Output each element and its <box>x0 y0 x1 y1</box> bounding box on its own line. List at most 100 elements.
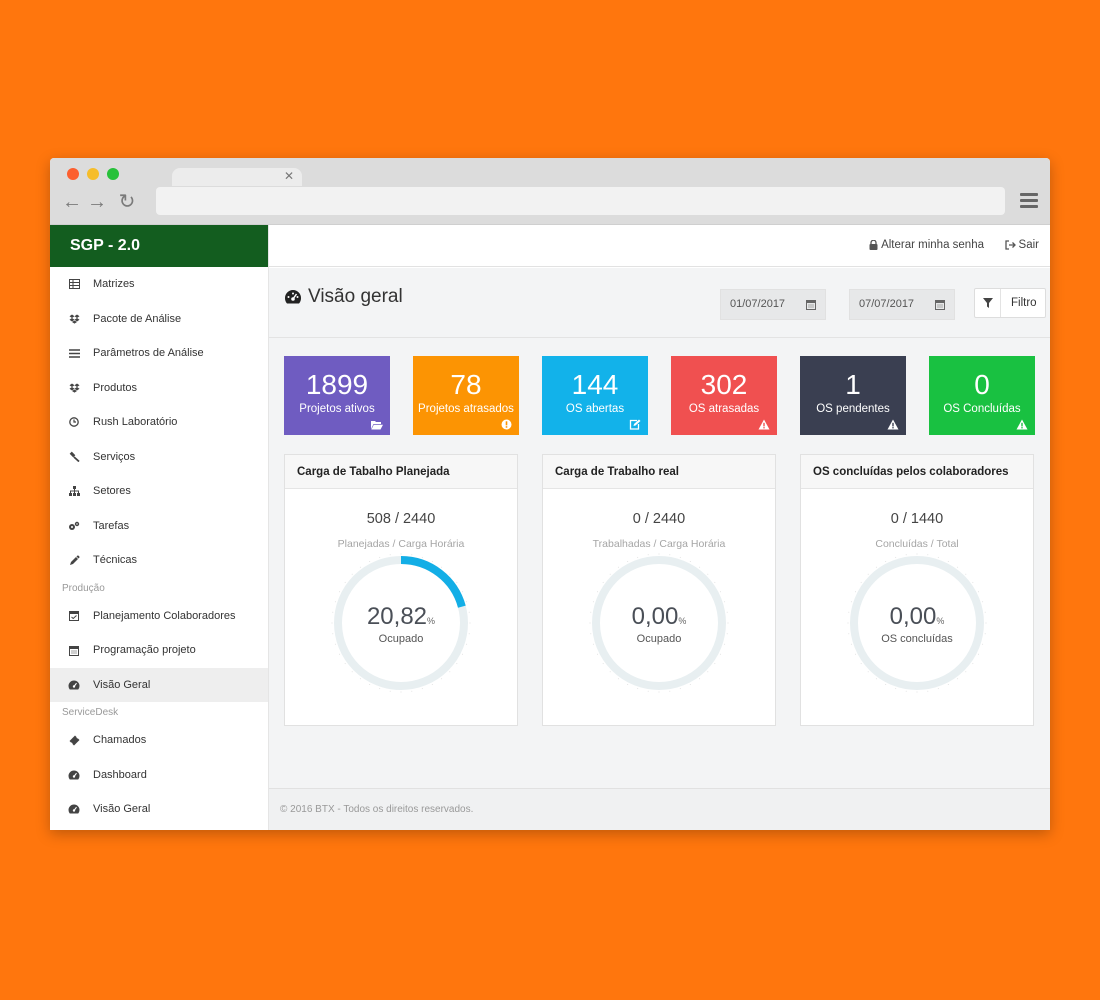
sidebar-item-label: Dashboard <box>93 768 147 781</box>
workload-panel: Carga de Trabalho real 0 / 2440 Trabalhada… <box>542 454 776 726</box>
gauge: 0,00% Ocupado <box>589 553 729 707</box>
panel-subtitle: Trabalhadas / Carga Horária <box>592 538 726 550</box>
stat-label: Projetos ativos <box>299 403 375 415</box>
logout-link[interactable]: Sair <box>1004 239 1039 251</box>
end-date-input[interactable]: 07/07/2017 <box>849 289 955 320</box>
gauge: 0,00% OS concluídas <box>847 553 987 707</box>
sidebar-item-pacote-de-analise[interactable]: Pacote de Análise <box>50 302 268 337</box>
sidebar-item-dashboard[interactable]: Dashboard <box>50 758 268 793</box>
panel-title: OS concluídas pelos colaboradores <box>801 455 1033 489</box>
stat-label: OS abertas <box>565 403 625 415</box>
window-maximize-dot[interactable] <box>107 168 119 180</box>
forward-arrow-icon[interactable]: → <box>87 192 107 212</box>
stat-value: 1 <box>845 369 861 400</box>
dashboard-icon <box>68 769 80 781</box>
stat-label: Projetos atrasados <box>418 403 514 415</box>
filter-button[interactable]: Filtro <box>974 288 1046 318</box>
sidebar-item-programacao-projeto[interactable]: Programação projeto <box>50 633 268 668</box>
calendar-icon[interactable] <box>806 299 816 310</box>
stat-label: OS atrasadas <box>688 403 760 415</box>
workload-panel: Carga de Tabalho Planejada 508 / 2440 Plan… <box>284 454 518 726</box>
hamburger-menu-icon[interactable] <box>1020 193 1038 209</box>
sidebar-item-visao-geral[interactable]: Visão Geral <box>50 792 268 827</box>
sidebar-item-tecnicas[interactable]: Técnicas <box>50 543 268 578</box>
footer: © 2016 BTX - Todos os direitos reservado… <box>269 788 1050 830</box>
stat-tile[interactable]: 78 Projetos atrasados <box>413 356 519 435</box>
panel-ratio: 0 / 1440 <box>890 511 944 527</box>
list-icon <box>68 347 80 359</box>
calendar-check-icon <box>68 610 80 622</box>
clock-icon <box>68 416 80 428</box>
top-bar: Alterar minha senha Sair <box>269 225 1050 267</box>
panel-subtitle: Concluídas / Total <box>875 538 959 550</box>
sidebar-item-label: Visão Geral <box>93 678 151 691</box>
section-label-producao: Produção <box>62 582 105 594</box>
page-title-text: Visão geral <box>308 286 403 307</box>
stat-tile[interactable]: 1899 Projetos ativos <box>284 356 390 435</box>
start-date-input[interactable]: 01/07/2017 <box>720 289 826 320</box>
page-title: Visão geral <box>284 286 403 308</box>
change-password-link[interactable]: Alterar minha senha <box>869 239 984 251</box>
warning-icon <box>887 419 899 430</box>
sidebar-item-tarefas[interactable]: Tarefas <box>50 509 268 544</box>
stat-value: 78 <box>450 369 482 400</box>
app-brand[interactable]: SGP - 2.0 <box>50 225 268 267</box>
workload-panel: OS concluídas pelos colaboradores 0 / 144… <box>800 454 1034 726</box>
sidebar-item-planejamento-colaboradores[interactable]: Planejamento Colaboradores <box>50 599 268 634</box>
filter-icon <box>975 289 1001 317</box>
sidebar-item-parametros-de-analise[interactable]: Parâmetros de Análise <box>50 336 268 371</box>
dashboard-icon <box>68 679 80 691</box>
stat-tile[interactable]: 0 OS Concluídas <box>929 356 1035 435</box>
warning-icon <box>758 419 770 430</box>
warning-icon <box>1016 419 1028 430</box>
sidebar-item-setores[interactable]: Setores <box>50 474 268 509</box>
dashboard-icon <box>284 290 302 304</box>
gauge-value: 20,82% <box>366 603 436 630</box>
sidebar-item-label: Tarefas <box>93 519 130 532</box>
page-header: Visão geral 01/07/2017 07/07/2017 Filtro <box>269 268 1050 338</box>
panel-title: Carga de Tabalho Planejada <box>285 455 517 489</box>
sign-out-icon <box>1004 240 1016 250</box>
address-bar[interactable] <box>156 187 1005 215</box>
sidebar-item-matrizes[interactable]: Matrizes <box>50 267 268 302</box>
dropbox-icon <box>68 313 80 325</box>
panel-title: Carga de Trabalho real <box>543 455 775 489</box>
stat-value: 144 <box>571 369 619 400</box>
stats-row: 1899 Projetos ativos 78 Projetos atrasados 1… <box>284 356 1039 436</box>
filter-label: Filtro <box>1011 297 1037 309</box>
window-minimize-dot[interactable] <box>87 168 99 180</box>
stat-value: 0 <box>974 369 990 400</box>
sidebar-item-label: Planejamento Colaboradores <box>93 609 236 622</box>
sidebar-item-chamados[interactable]: Chamados <box>50 723 268 758</box>
sidebar-item-label: Serviços <box>93 450 136 463</box>
change-password-label: Alterar minha senha <box>881 239 984 251</box>
back-arrow-icon[interactable]: ← <box>62 192 82 212</box>
sidebar-item-visao-geral[interactable]: Visão Geral <box>50 667 268 702</box>
lock-icon <box>869 240 878 250</box>
end-date-value: 07/07/2017 <box>859 298 915 310</box>
stat-label: OS Concluídas <box>943 403 1021 415</box>
stat-tile[interactable]: 144 OS abertas <box>542 356 648 435</box>
sidebar-item-servicos[interactable]: Serviços <box>50 440 268 475</box>
sidebar-item-produtos[interactable]: Produtos <box>50 371 268 406</box>
window-close-dot[interactable] <box>67 168 79 180</box>
gauge: 20,82% Ocupado <box>331 553 471 707</box>
tab-close-icon[interactable]: ✕ <box>284 169 294 183</box>
panel-ratio: 508 / 2440 <box>366 511 436 527</box>
stat-label: OS pendentes <box>816 403 890 415</box>
calendar-icon[interactable] <box>935 299 945 310</box>
browser-tab[interactable]: ✕ <box>172 168 302 186</box>
sidebar-item-rush-laboratorio[interactable]: Rush Laboratório <box>50 405 268 440</box>
calendar-icon <box>68 644 80 656</box>
reload-icon[interactable]: ↻ <box>117 192 137 212</box>
exclamation-circle-icon <box>500 419 512 430</box>
sidebar: SGP - 2.0 Matrizes Pacote de Análise Parâm… <box>50 225 269 830</box>
stat-tile[interactable]: 302 OS atrasadas <box>671 356 777 435</box>
dashboard-icon <box>68 803 80 815</box>
stat-tile[interactable]: 1 OS pendentes <box>800 356 906 435</box>
sidebar-item-label: Técnicas <box>93 554 138 567</box>
gauge-value: 0,00% <box>631 603 687 630</box>
sitemap-icon <box>68 485 80 497</box>
ticket-icon <box>68 734 80 746</box>
sidebar-item-label: Chamados <box>93 734 147 747</box>
